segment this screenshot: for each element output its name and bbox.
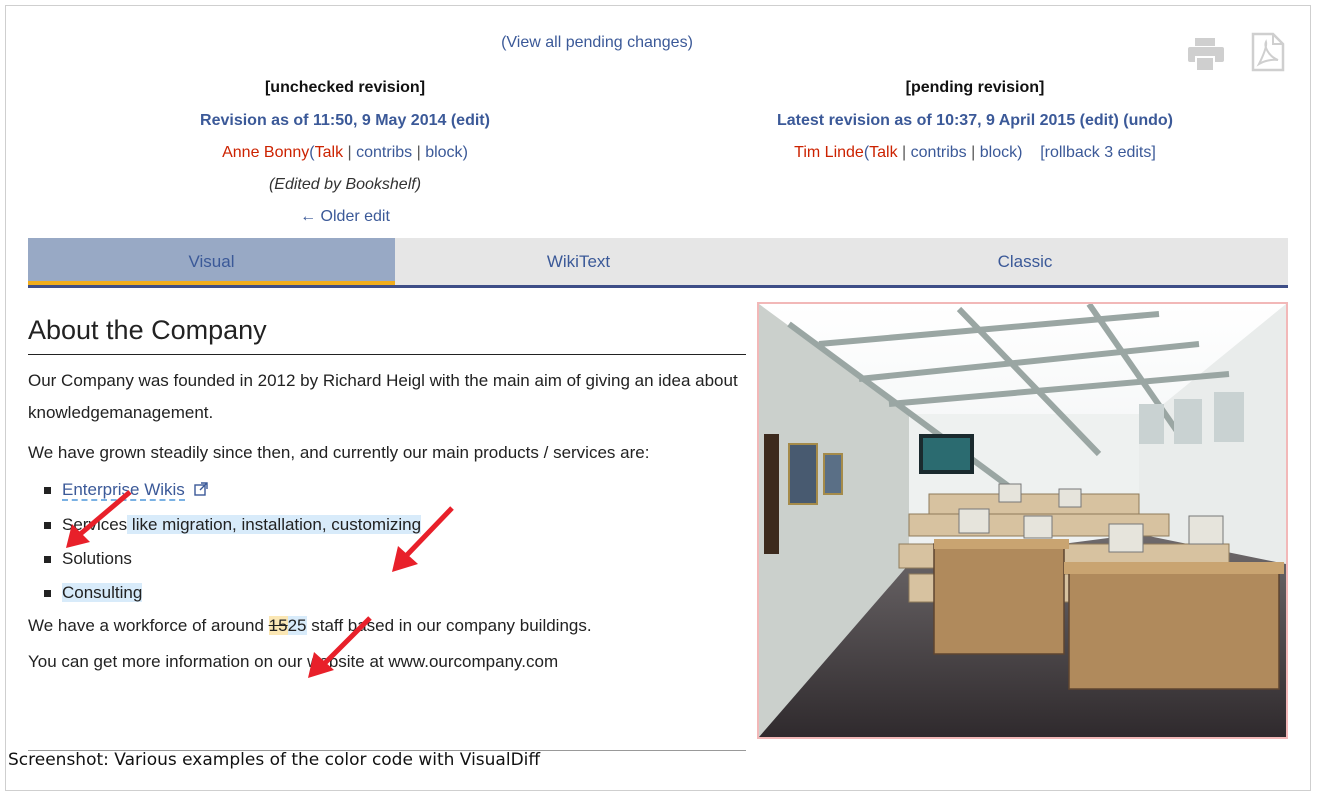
left-revision-link[interactable]: Revision as of 11:50, 9 May 2014 — [200, 112, 446, 129]
office-photo — [757, 302, 1288, 739]
consulting-highlight: Consulting — [62, 582, 143, 602]
unchecked-label-text: [unchecked revision] — [264, 79, 426, 96]
arrow-icon — [66, 490, 132, 548]
paragraph-1: Our Company was founded in 2012 by Richa… — [28, 371, 738, 422]
unchecked-label: [unchecked revision] — [190, 77, 500, 99]
arrow-icon — [308, 616, 372, 678]
right-edit-link[interactable]: (edit) — [1080, 112, 1119, 129]
rollback-link[interactable]: [rollback 3 edits] — [1040, 144, 1156, 161]
view-pending-text[interactable]: (View all pending changes) — [501, 34, 693, 51]
edited-by-text: (Edited by Bookshelf) — [268, 176, 422, 193]
right-undo-link[interactable]: (undo) — [1123, 112, 1173, 129]
right-contribs-link[interactable]: contribs — [911, 144, 967, 161]
tab-visual[interactable]: Visual — [28, 238, 395, 285]
screenshot-caption: Screenshot: Various examples of the colo… — [8, 750, 541, 770]
pdf-icon[interactable] — [1250, 32, 1286, 77]
view-pending-link[interactable]: (View all pending changes) — [0, 32, 1194, 54]
right-revision-link[interactable]: Latest revision as of 10:37, 9 April 201… — [777, 112, 1075, 129]
left-user-line: Anne Bonny(Talk | contribs | block) — [222, 144, 468, 161]
left-block-link[interactable]: block — [425, 144, 462, 161]
left-user-link[interactable]: Anne Bonny — [222, 144, 309, 161]
left-revision-line: Revision as of 11:50, 9 May 2014 (edit) — [150, 110, 540, 132]
right-revision-line: Latest revision as of 10:37, 9 April 201… — [700, 110, 1250, 132]
tab-wikitext[interactable]: WikiText — [395, 238, 762, 285]
pending-label-text: [pending revision] — [905, 79, 1045, 96]
older-edit[interactable]: ← Older edit — [190, 206, 500, 228]
pending-label: [pending revision] — [820, 77, 1130, 99]
edited-by: (Edited by Bookshelf) — [190, 174, 500, 196]
tab-classic-label: Classic — [997, 251, 1053, 271]
workforce-text: We have a workforce of around — [28, 615, 269, 635]
left-contribs-link[interactable]: contribs — [356, 144, 412, 161]
right-user-line: Tim Linde(Talk | contribs | block) [roll… — [794, 144, 1156, 161]
paragraph-4: You can get more information on our webs… — [28, 651, 559, 671]
right-user-link[interactable]: Tim Linde — [794, 144, 864, 161]
page-title: About the Company — [28, 300, 746, 355]
added-text-highlight: like migration, installation, customizin… — [127, 514, 422, 534]
tab-wikitext-label: WikiText — [546, 251, 611, 271]
tab-classic[interactable]: Classic — [762, 238, 1288, 285]
paragraph-3: We have a workforce of around 1525 staff… — [28, 610, 746, 642]
print-icon[interactable] — [1186, 36, 1226, 77]
left-talk-link[interactable]: Talk — [315, 144, 343, 161]
arrow-icon — [392, 506, 454, 572]
external-link-icon — [193, 474, 208, 508]
left-edit-link[interactable]: (edit) — [451, 112, 490, 129]
removed-number: 15 — [268, 615, 288, 635]
right-block-link[interactable]: block — [980, 144, 1017, 161]
older-edit-link[interactable]: ← Older edit — [300, 208, 390, 225]
tab-visual-label: Visual — [188, 251, 235, 271]
paragraph-2: We have grown steadily since then, and c… — [28, 443, 650, 462]
diff-tabs: Visual WikiText Classic — [28, 238, 1288, 288]
right-talk-link[interactable]: Talk — [869, 144, 897, 161]
